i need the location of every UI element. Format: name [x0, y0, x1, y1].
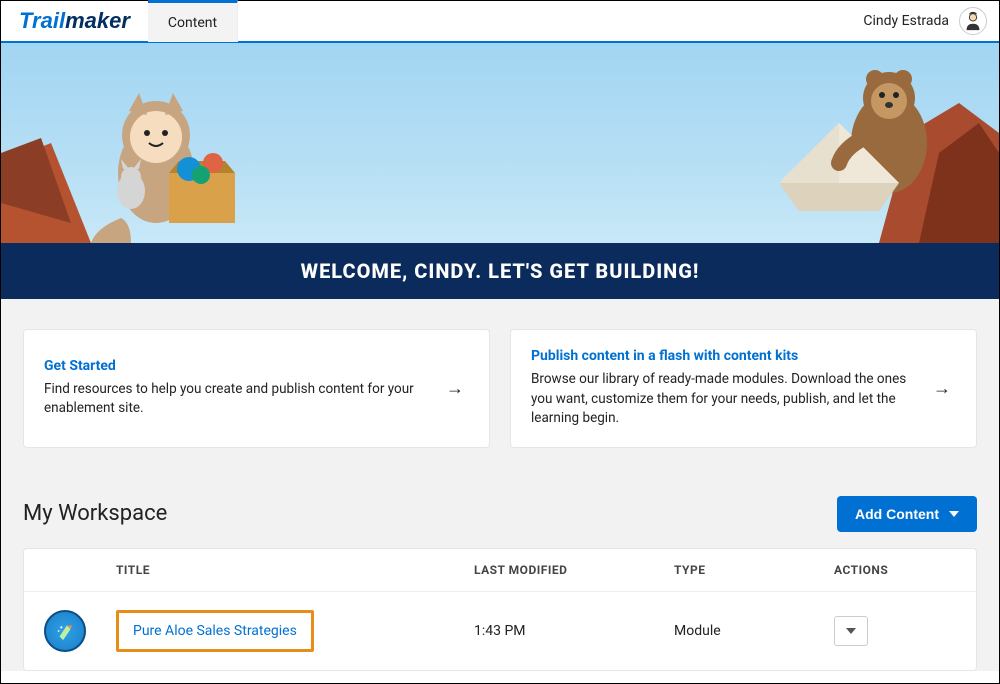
workspace-title: My Workspace [23, 501, 167, 526]
app-logo: Trailmaker [19, 8, 130, 34]
app-header: Trailmaker Content Cindy Estrada [1, 1, 999, 43]
arrow-right-icon[interactable]: → [441, 374, 469, 402]
title-highlight: Pure Aloe Sales Strategies [116, 610, 314, 652]
col-title: TITLE [116, 563, 474, 577]
workspace-header: My Workspace Add Content [23, 496, 977, 532]
add-content-button[interactable]: Add Content [837, 496, 977, 532]
avatar[interactable] [959, 7, 987, 35]
logo-trail: Trail [19, 8, 65, 33]
add-content-label: Add Content [855, 506, 939, 522]
arrow-right-icon[interactable]: → [928, 374, 956, 402]
card-title: Get Started [44, 358, 425, 374]
content-title-link[interactable]: Pure Aloe Sales Strategies [133, 623, 297, 639]
module-icon [44, 610, 86, 652]
card-content-kits[interactable]: Publish content in a flash with content … [510, 329, 977, 448]
col-actions: ACTIONS [834, 563, 964, 577]
col-last-modified: LAST MODIFIED [474, 563, 674, 577]
logo-maker: maker [65, 8, 130, 33]
chevron-down-icon [949, 511, 959, 517]
avatar-icon [962, 10, 984, 32]
user-name: Cindy Estrada [863, 13, 949, 29]
welcome-message: Welcome, Cindy. Let's Get Building! [1, 243, 999, 299]
col-type: TYPE [674, 563, 834, 577]
card-get-started[interactable]: Get Started Find resources to help you c… [23, 329, 490, 448]
chevron-down-icon [846, 628, 856, 634]
table-header-row: TITLE LAST MODIFIED TYPE ACTIONS [24, 549, 976, 592]
hero-illustration-right [679, 43, 999, 243]
workspace-table: TITLE LAST MODIFIED TYPE ACTIONS Pure Al [23, 548, 977, 671]
card-description: Browse our library of ready-made modules… [531, 370, 912, 429]
hero-banner [1, 43, 999, 243]
info-cards: Get Started Find resources to help you c… [23, 329, 977, 448]
tab-content[interactable]: Content [148, 0, 238, 42]
table-row: Pure Aloe Sales Strategies 1:43 PM Modul… [24, 592, 976, 670]
row-actions-button[interactable] [834, 616, 868, 646]
cell-last-modified: 1:43 PM [474, 623, 674, 639]
tab-content-label: Content [168, 15, 217, 31]
card-description: Find resources to help you create and pu… [44, 380, 425, 419]
main-content: Get Started Find resources to help you c… [1, 299, 999, 671]
card-title: Publish content in a flash with content … [531, 348, 912, 364]
cell-type: Module [674, 623, 834, 639]
hero-illustration-left [1, 43, 301, 243]
welcome-text: Welcome, Cindy. Let's Get Building! [301, 259, 700, 283]
